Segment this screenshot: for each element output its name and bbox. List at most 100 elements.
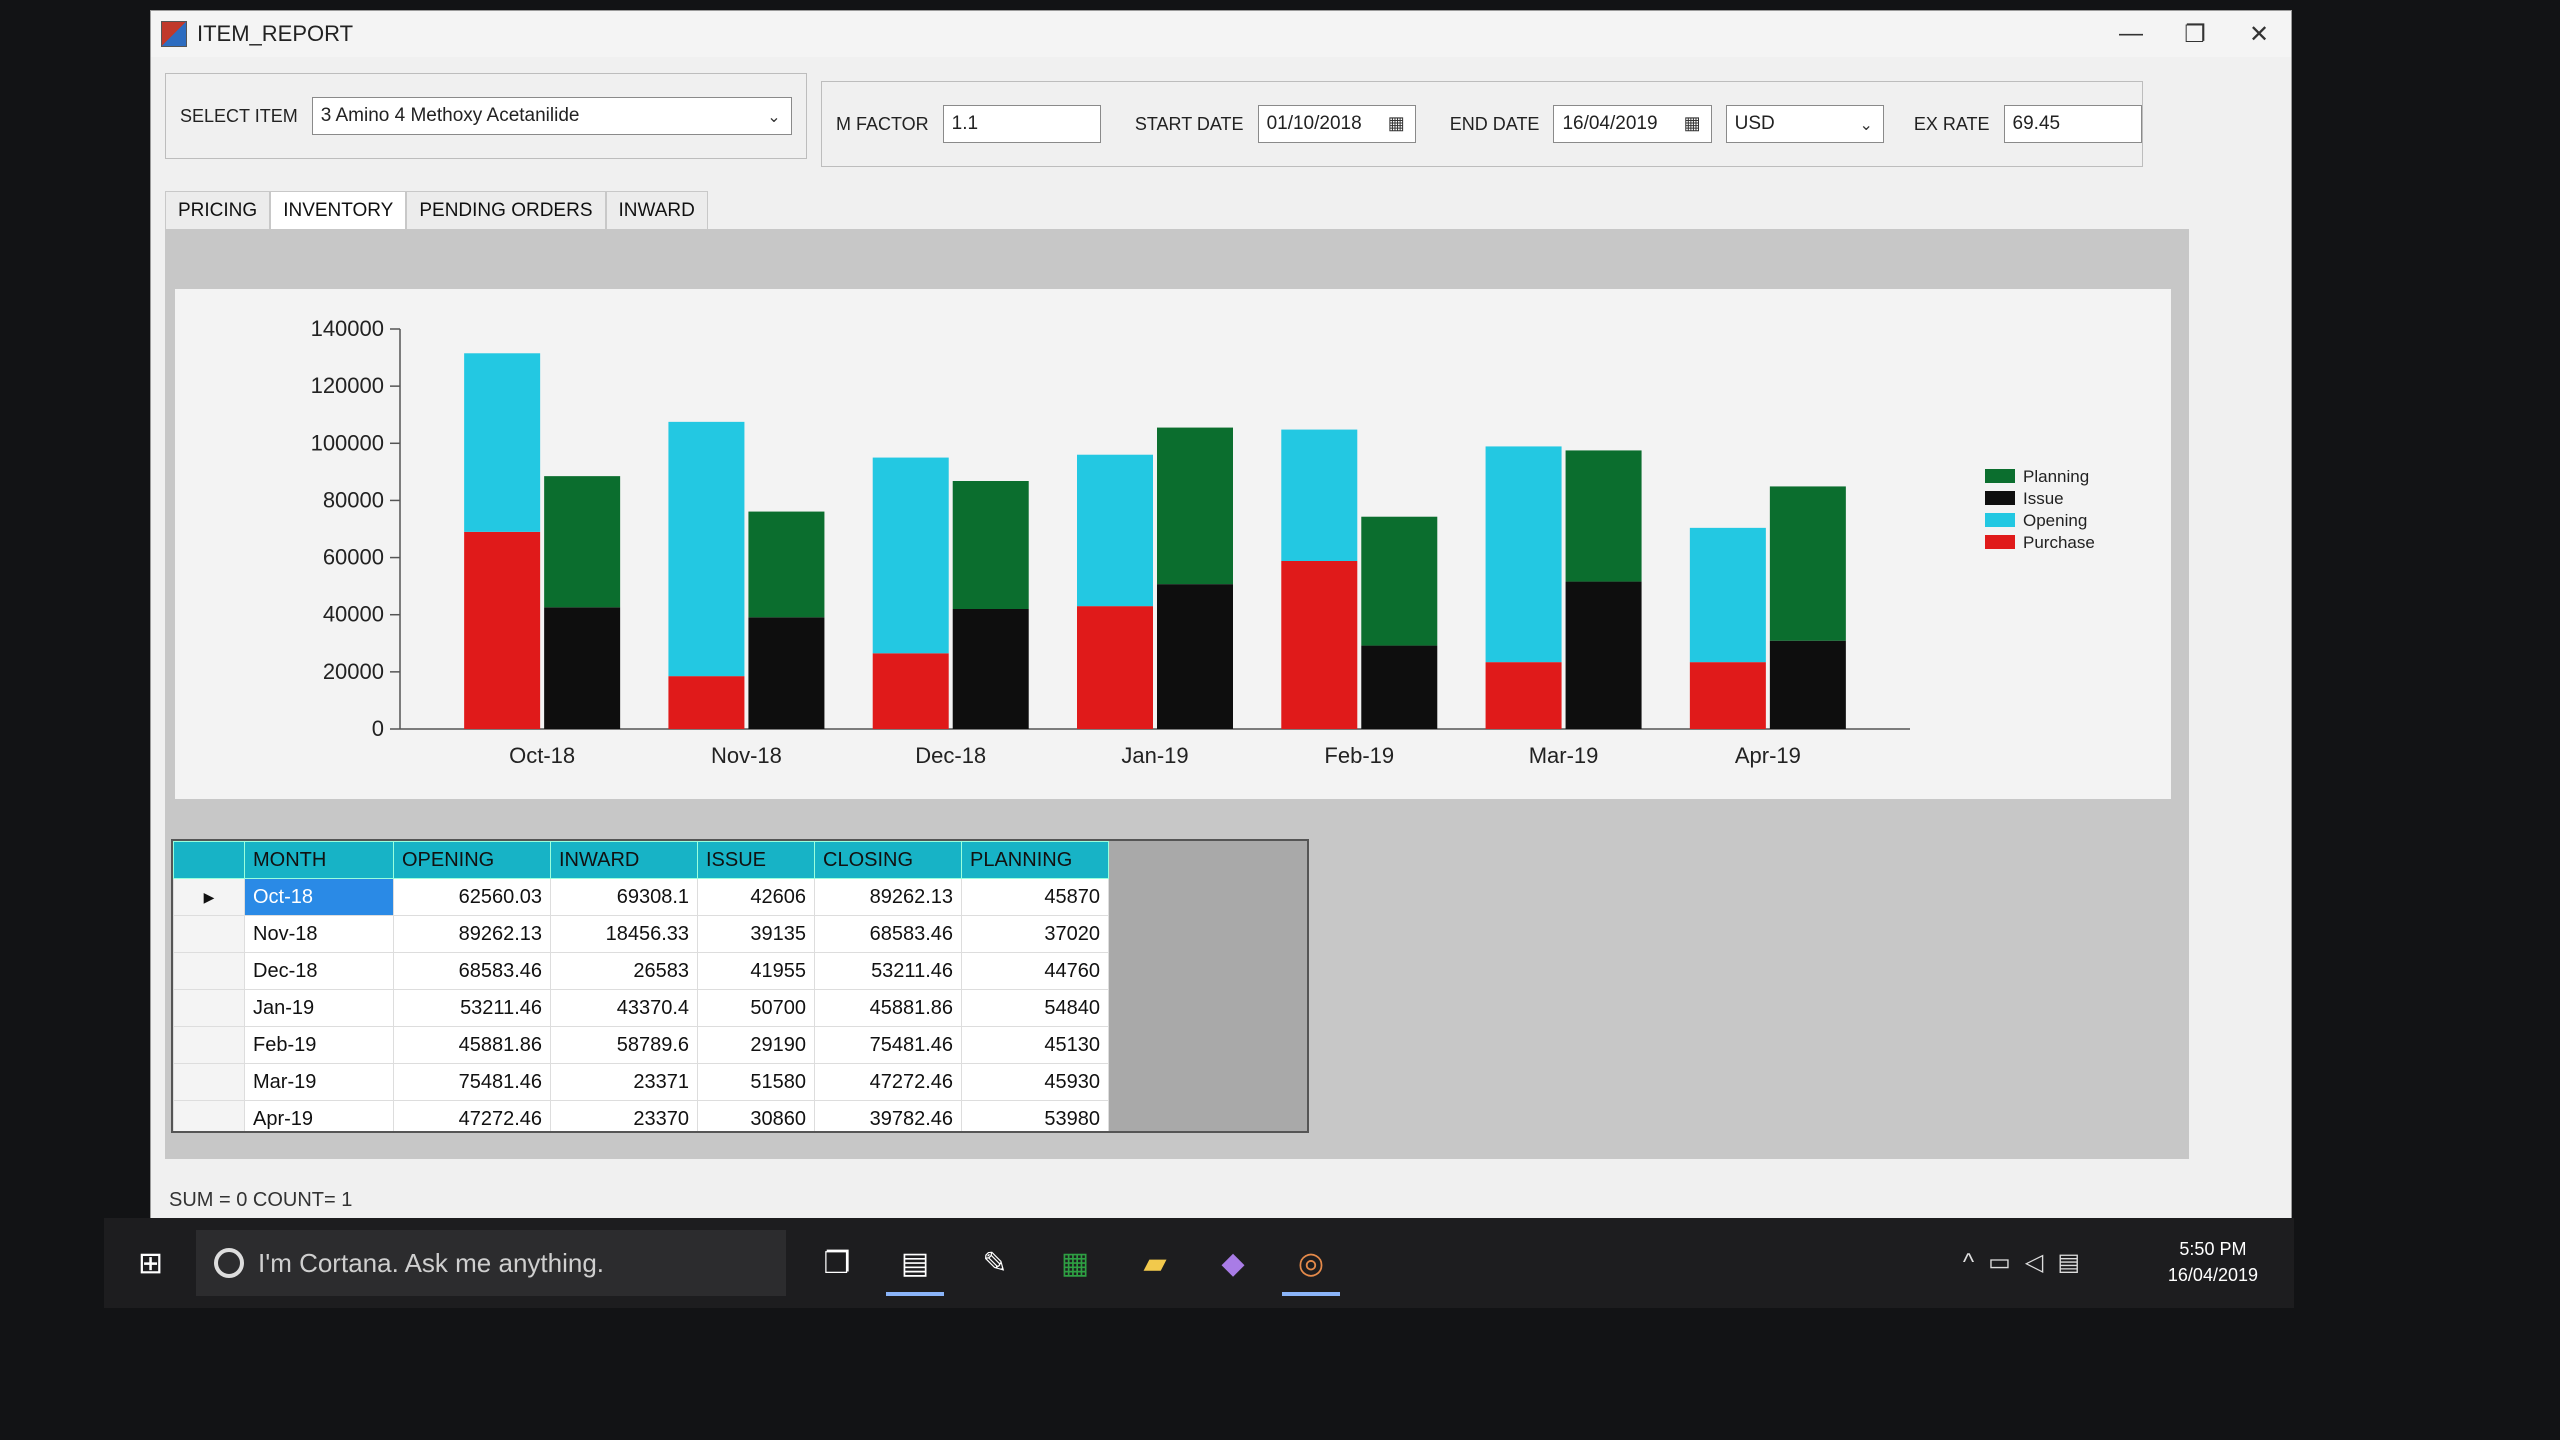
app-icon[interactable]: ◎: [1282, 1234, 1340, 1296]
table-row[interactable]: Feb-19 45881.86 58789.6 29190 75481.46 4…: [173, 1026, 1109, 1064]
cell-inward[interactable]: 69308.1: [550, 878, 698, 916]
task-view-icon[interactable]: ❐: [808, 1234, 866, 1292]
col-inward[interactable]: INWARD: [550, 841, 698, 879]
m-factor-label: M FACTOR: [836, 113, 929, 134]
cell-issue[interactable]: 29190: [697, 1026, 815, 1064]
cortana-icon: [214, 1248, 244, 1278]
ex-rate-input[interactable]: 69.45: [2003, 105, 2142, 143]
cell-opening[interactable]: 47272.46: [393, 1100, 551, 1131]
cell-closing[interactable]: 89262.13: [814, 878, 962, 916]
y-tick-label: 60000: [323, 545, 384, 570]
chevron-up-icon[interactable]: ^: [1963, 1249, 1988, 1276]
table-row[interactable]: ▶ Oct-18 62560.03 69308.1 42606 89262.13…: [173, 878, 1109, 916]
table-row[interactable]: Dec-18 68583.46 26583 41955 53211.46 447…: [173, 952, 1109, 990]
calendar-icon: ▦: [1387, 113, 1405, 133]
cell-planning[interactable]: 54840: [961, 989, 1109, 1027]
file-explorer-icon[interactable]: ▤: [886, 1234, 944, 1296]
cell-inward[interactable]: 23370: [550, 1100, 698, 1131]
row-header-corner: [173, 841, 245, 879]
notification-icon[interactable]: ▤: [2057, 1249, 2094, 1276]
cell-month[interactable]: Nov-18: [244, 915, 394, 953]
cell-closing[interactable]: 53211.46: [814, 952, 962, 990]
cell-closing[interactable]: 75481.46: [814, 1026, 962, 1064]
folder-icon[interactable]: ▰: [1126, 1234, 1184, 1292]
start-date-picker[interactable]: 01/10/2018 ▦: [1257, 105, 1416, 143]
table-row[interactable]: Jan-19 53211.46 43370.4 50700 45881.86 5…: [173, 989, 1109, 1027]
col-closing[interactable]: CLOSING: [814, 841, 962, 879]
visual-studio-icon[interactable]: ◆: [1204, 1234, 1262, 1292]
cell-planning[interactable]: 44760: [961, 952, 1109, 990]
cell-month[interactable]: Mar-19: [244, 1063, 394, 1101]
legend-swatch-issue: [1985, 491, 2015, 505]
cell-month[interactable]: Oct-18: [244, 878, 394, 916]
x-tick-label: Mar-19: [1529, 743, 1599, 768]
system-tray[interactable]: ^▭◁▤: [1963, 1248, 2094, 1277]
cell-issue[interactable]: 42606: [697, 878, 815, 916]
minimize-button[interactable]: —: [2099, 11, 2163, 57]
restore-button[interactable]: ❐: [2163, 11, 2227, 57]
excel-icon[interactable]: ▦: [1046, 1234, 1104, 1292]
cell-opening[interactable]: 75481.46: [393, 1063, 551, 1101]
currency-dropdown[interactable]: USD ⌄: [1725, 105, 1884, 143]
cell-closing[interactable]: 39782.46: [814, 1100, 962, 1131]
notepad-icon[interactable]: ✎: [966, 1234, 1024, 1292]
cell-inward[interactable]: 18456.33: [550, 915, 698, 953]
col-issue[interactable]: ISSUE: [697, 841, 815, 879]
bar-purchase: [464, 531, 541, 729]
cell-planning[interactable]: 45930: [961, 1063, 1109, 1101]
cell-issue[interactable]: 41955: [697, 952, 815, 990]
cell-month[interactable]: Apr-19: [244, 1100, 394, 1131]
cell-opening[interactable]: 68583.46: [393, 952, 551, 990]
cell-opening[interactable]: 45881.86: [393, 1026, 551, 1064]
tab-inventory[interactable]: INVENTORY: [270, 191, 407, 231]
table-row[interactable]: Apr-19 47272.46 23370 30860 39782.46 539…: [173, 1100, 1109, 1131]
bar-purchase: [1281, 561, 1358, 729]
windows-start-icon[interactable]: ⊞: [138, 1246, 163, 1281]
tab-pricing[interactable]: PRICING: [165, 191, 271, 231]
bar-opening: [1689, 527, 1766, 663]
end-date-picker[interactable]: 16/04/2019 ▦: [1553, 105, 1712, 143]
bar-planning: [544, 476, 621, 608]
cell-issue[interactable]: 51580: [697, 1063, 815, 1101]
cell-closing[interactable]: 47272.46: [814, 1063, 962, 1101]
col-month[interactable]: MONTH: [244, 841, 394, 879]
table-row[interactable]: Nov-18 89262.13 18456.33 39135 68583.46 …: [173, 915, 1109, 953]
cortana-search-box[interactable]: I'm Cortana. Ask me anything.: [196, 1230, 786, 1296]
windows-taskbar: ⊞ I'm Cortana. Ask me anything. ❐ ▤ ✎ ▦ …: [104, 1218, 2294, 1308]
cell-issue[interactable]: 30860: [697, 1100, 815, 1131]
cell-inward[interactable]: 23371: [550, 1063, 698, 1101]
cell-month[interactable]: Jan-19: [244, 989, 394, 1027]
chevron-down-icon: ⌄: [1859, 117, 1873, 134]
col-planning[interactable]: PLANNING: [961, 841, 1109, 879]
cell-month[interactable]: Dec-18: [244, 952, 394, 990]
cell-inward[interactable]: 58789.6: [550, 1026, 698, 1064]
cell-opening[interactable]: 89262.13: [393, 915, 551, 953]
bar-opening: [1077, 454, 1153, 607]
cell-planning[interactable]: 53980: [961, 1100, 1109, 1131]
col-opening[interactable]: OPENING: [393, 841, 551, 879]
network-icon[interactable]: ▭: [1988, 1249, 2025, 1276]
cell-opening[interactable]: 62560.03: [393, 878, 551, 916]
cell-closing[interactable]: 45881.86: [814, 989, 962, 1027]
cell-issue[interactable]: 50700: [697, 989, 815, 1027]
select-item-dropdown[interactable]: 3 Amino 4 Methoxy Acetanilide ⌄: [311, 97, 792, 135]
cell-planning[interactable]: 45130: [961, 1026, 1109, 1064]
inventory-grid[interactable]: MONTH OPENING INWARD ISSUE CLOSING PLANN…: [171, 839, 1309, 1133]
table-row[interactable]: Mar-19 75481.46 23371 51580 47272.46 459…: [173, 1063, 1109, 1101]
cell-planning[interactable]: 37020: [961, 915, 1109, 953]
cell-closing[interactable]: 68583.46: [814, 915, 962, 953]
cell-month[interactable]: Feb-19: [244, 1026, 394, 1064]
tab-inward[interactable]: INWARD: [605, 191, 708, 231]
y-tick-label: 0: [372, 716, 384, 741]
cortana-placeholder: I'm Cortana. Ask me anything.: [258, 1247, 605, 1278]
m-factor-input[interactable]: 1.1: [942, 105, 1101, 143]
cell-inward[interactable]: 43370.4: [550, 989, 698, 1027]
tab-pending-orders[interactable]: PENDING ORDERS: [406, 191, 606, 231]
cell-opening[interactable]: 53211.46: [393, 989, 551, 1027]
volume-icon[interactable]: ◁: [2025, 1249, 2057, 1276]
cell-issue[interactable]: 39135: [697, 915, 815, 953]
cell-inward[interactable]: 26583: [550, 952, 698, 990]
cell-planning[interactable]: 45870: [961, 878, 1109, 916]
close-button[interactable]: ✕: [2227, 11, 2291, 57]
taskbar-clock[interactable]: 5:50 PM 16/04/2019: [2168, 1236, 2258, 1288]
